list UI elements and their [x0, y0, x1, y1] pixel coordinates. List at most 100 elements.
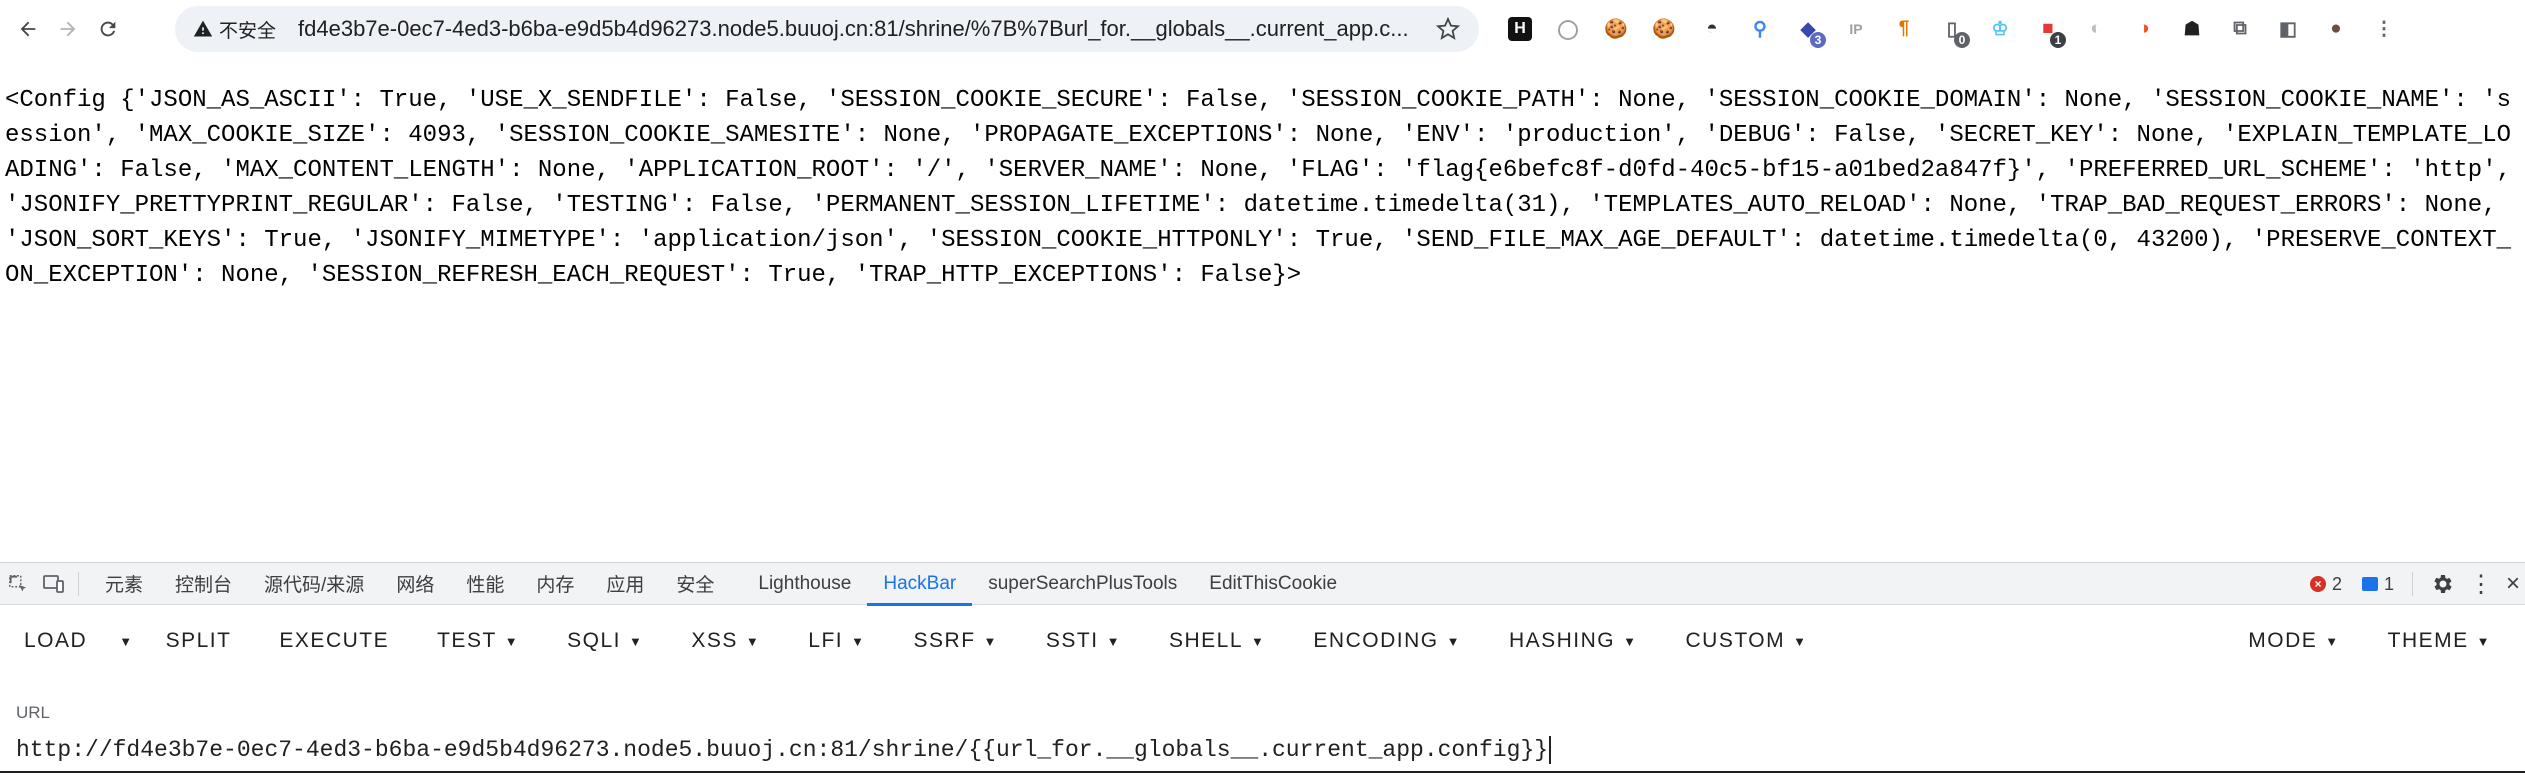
security-chip[interactable]: 不安全	[183, 12, 288, 46]
load-dropdown-button[interactable]: ▼	[111, 605, 141, 677]
caret-down-icon: ▼	[2476, 633, 2491, 649]
security-label: 不安全	[219, 20, 277, 42]
location-pin-icon: ⚲	[1753, 18, 1767, 40]
extension-button[interactable]: 🍪	[1644, 9, 1684, 49]
devtools-tab[interactable]: 控制台	[159, 563, 248, 605]
device-toolbar-button[interactable]	[36, 563, 72, 605]
hackbar-menu-label: LFI	[808, 629, 844, 652]
hackbar-menu-xss[interactable]: XSS ▼	[667, 605, 784, 677]
devtools-tab[interactable]: 应用	[590, 563, 660, 605]
error-count: 2	[2331, 573, 2342, 594]
devtools-menu-button[interactable]: ⋮	[2469, 563, 2493, 605]
close-devtools-button[interactable]: ×	[2501, 563, 2525, 605]
browser-toolbar: 不安全 fd4e3b7e-0ec7-4ed3-b6ba-e9d5b4d96273…	[0, 0, 2525, 58]
reload-button[interactable]	[88, 9, 128, 49]
forward-button[interactable]	[48, 9, 88, 49]
extension-button[interactable]: ◐	[2076, 9, 2116, 49]
hackbar-menu-ssrf[interactable]: SSRF ▼	[890, 605, 1022, 677]
hackbar-right-menu: MODE ▼ THEME ▼	[2224, 605, 2515, 677]
hackbar-menu-execute[interactable]: EXECUTE	[255, 605, 413, 677]
devtools-tab[interactable]: EditThisCookie	[1193, 563, 1353, 605]
fire-leaf-icon: ◑	[2138, 18, 2150, 39]
caret-down-icon: ▼	[1623, 633, 1638, 649]
extension-button[interactable]: ◆ 3	[1788, 9, 1828, 49]
hackbar-menu-label: SHELL	[1168, 629, 1244, 652]
arrow-left-icon	[20, 21, 36, 37]
inspect-element-button[interactable]	[0, 563, 36, 605]
caret-down-icon: ▼	[1251, 633, 1266, 649]
extension-button[interactable]: IP	[1836, 9, 1876, 49]
extension-button[interactable]: ⋮	[2364, 9, 2404, 49]
caret-down-icon: ▼	[983, 633, 998, 649]
more-vert-icon: ⋮	[2469, 570, 2493, 598]
devtools-tabs: 元素 控制台 源代码/来源 网络 性能 内存 应用 安全 Lighthouse HackBar su…	[89, 563, 1353, 606]
extension-button[interactable]: ⧉	[2220, 9, 2260, 49]
devtools-tab[interactable]: Lighthouse	[742, 563, 867, 605]
extensions-bar: H ◯ 🍪 🍪 ◓ ⚲ ◆ 3 IP ¶ ▯ 0 ♔ ■ 1 ◐ ◑ ☗ ⧉ ◧ ● ⋮	[1500, 9, 2404, 49]
extension-button[interactable]: ◧	[2268, 9, 2308, 49]
devtools-tab[interactable]: 性能	[450, 563, 520, 605]
hacker-icon: ☗	[2183, 18, 2201, 40]
puzzle-icon: ⧉	[2233, 18, 2247, 39]
extension-button[interactable]: ⚲	[1740, 9, 1780, 49]
hackbar-menu-shell[interactable]: SHELL ▼	[1145, 605, 1289, 677]
hackbar-menu-hashing[interactable]: HASHING ▼	[1485, 605, 1662, 677]
extension-button[interactable]: ●	[2316, 9, 2356, 49]
message-icon	[2361, 577, 2378, 591]
close-icon: ×	[2505, 570, 2520, 597]
hackbar-mode-button[interactable]: MODE ▼	[2224, 605, 2363, 677]
cookie-icon: 🍪	[1604, 19, 1628, 40]
caret-down-icon: ▼	[851, 633, 866, 649]
url-text[interactable]: fd4e3b7e-0ec7-4ed3-b6ba-e9d5b4d96273.nod…	[298, 16, 1418, 42]
star-icon	[1436, 17, 1460, 40]
extension-button[interactable]: H	[1500, 9, 1540, 49]
caret-down-icon: ▼	[1793, 633, 1808, 649]
hackbar-menu-load[interactable]: LOAD	[0, 605, 111, 677]
devtools-tab[interactable]: superSearchPlusTools	[972, 563, 1193, 605]
caret-down-icon: ▼	[2325, 633, 2340, 649]
message-counter[interactable]: 1	[2356, 574, 2400, 595]
devtools-tab[interactable]: HackBar	[867, 563, 973, 606]
extension-button[interactable]: ▯ 0	[1932, 9, 1972, 49]
hackbar-url-input[interactable]: http://fd4e3b7e-0ec7-4ed3-b6ba-e9d5b4d96…	[0, 729, 2525, 773]
extension-button[interactable]: ◓	[1692, 9, 1732, 49]
extension-badge: 3	[1810, 32, 1826, 48]
extension-button[interactable]: ☗	[2172, 9, 2212, 49]
devtools-tab[interactable]: 安全	[660, 563, 730, 605]
bookmark-button[interactable]	[1433, 14, 1463, 44]
hackbar-menu-encoding[interactable]: ENCODING ▼	[1289, 605, 1485, 677]
gear-icon	[2434, 575, 2452, 593]
extension-badge: 0	[1954, 32, 1970, 48]
hackbar-menu-lfi[interactable]: LFI ▼	[784, 605, 889, 677]
hackbar-menu-label: EXECUTE	[279, 629, 390, 652]
devtools-tab[interactable]: 内存	[520, 563, 590, 605]
ip-icon: IP	[1849, 21, 1863, 37]
hackbar-menu-split[interactable]: SPLIT	[142, 605, 256, 677]
hackbar-menu-label: TEST	[437, 629, 497, 652]
hackbar-menu-sqli[interactable]: SQLI ▼	[543, 605, 667, 677]
back-button[interactable]	[8, 9, 48, 49]
hackbar-theme-button[interactable]: THEME ▼	[2364, 605, 2515, 677]
arrow-right-icon	[60, 21, 76, 37]
devtools-tab[interactable]: 元素	[89, 563, 159, 605]
cookie-dark-icon: 🍪	[1652, 19, 1676, 40]
hat-icon: ◓	[1706, 18, 1718, 39]
error-counter[interactable]: × 2	[2304, 574, 2348, 595]
extension-button[interactable]: ◑	[2124, 9, 2164, 49]
extension-button[interactable]: ♔	[1980, 9, 2020, 49]
extension-button[interactable]: ¶	[1884, 9, 1924, 49]
devtools-tab[interactable]: 源代码/来源	[248, 563, 380, 605]
hackbar-menu-ssti[interactable]: SSTI ▼	[1022, 605, 1145, 677]
devtools-tab[interactable]: 网络	[380, 563, 450, 605]
caret-down-icon: ▼	[1106, 633, 1121, 649]
hackbar-menu-custom[interactable]: CUSTOM ▼	[1662, 605, 1832, 677]
hackbar-menu: LOAD ▼ SPLIT EXECUTE TEST ▼ SQLI ▼ XSS ▼ LFI ▼ SSRF ▼…	[0, 605, 2525, 677]
extension-button[interactable]: 🍪	[1596, 9, 1636, 49]
settings-button[interactable]	[2425, 563, 2461, 605]
extension-button[interactable]: ◯	[1548, 9, 1588, 49]
hackbar-menu-test[interactable]: TEST ▼	[413, 605, 543, 677]
address-bar[interactable]: 不安全 fd4e3b7e-0ec7-4ed3-b6ba-e9d5b4d96273…	[175, 6, 1479, 52]
extension-button[interactable]: ■ 1	[2028, 9, 2068, 49]
hackbar-menu-label: XSS	[691, 629, 738, 652]
devtools-panel: 元素 控制台 源代码/来源 网络 性能 内存 应用 安全 Lighthouse HackBar su…	[0, 562, 2525, 778]
